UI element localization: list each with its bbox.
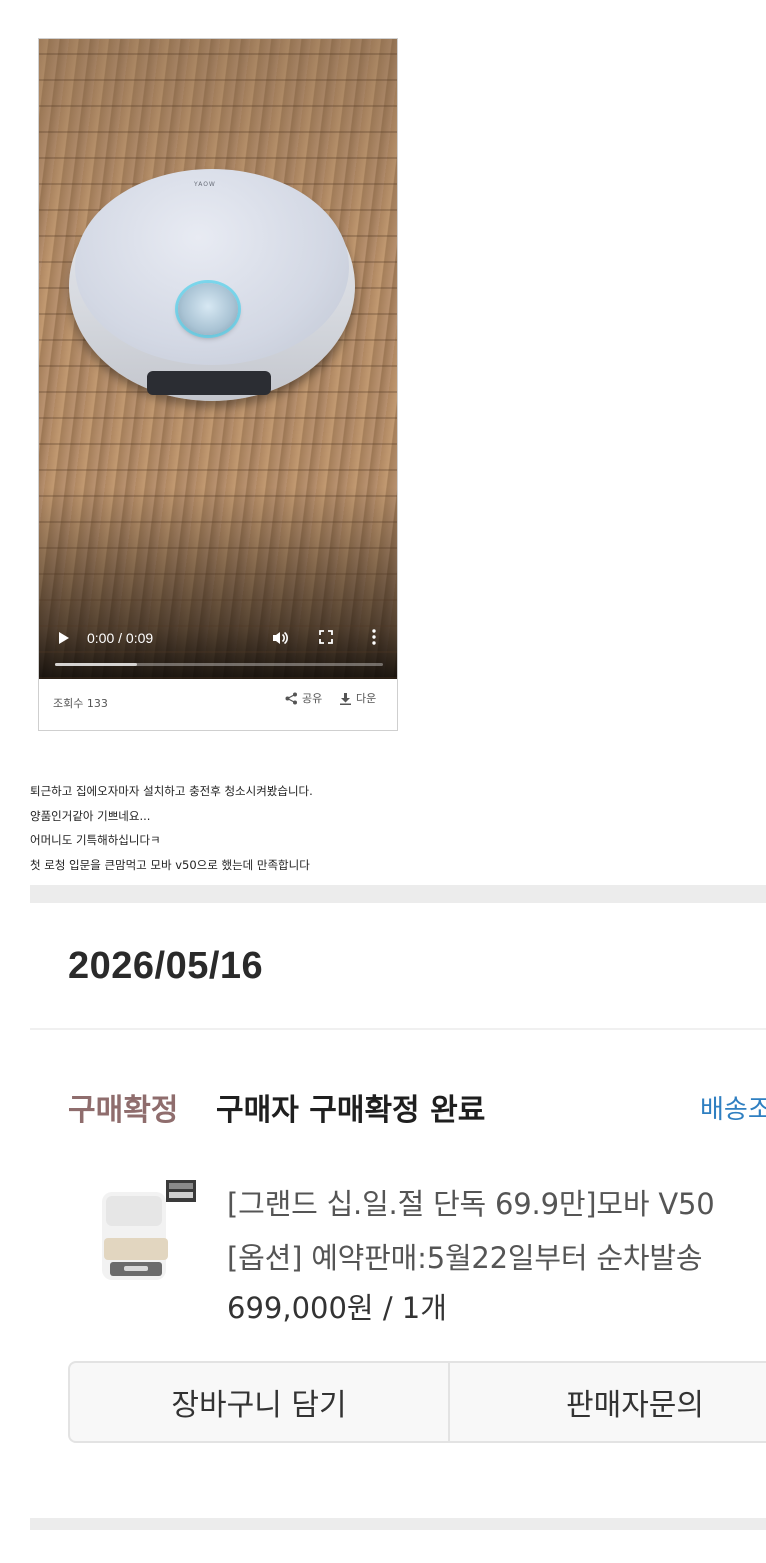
robot-brand-logo: YAOW: [194, 181, 216, 188]
order-action-buttons: 장바구니 담기 판매자문의: [68, 1361, 766, 1443]
video-controls: 0:00 / 0:09: [39, 623, 397, 679]
post-line: 첫 로청 입문을 큰맘먹고 모바 v50으로 했는데 만족합니다: [30, 857, 310, 872]
status-text: 구매자 구매확정 완료: [216, 1093, 486, 1128]
product-option: [옵션] 예약판매:5월22일부터 순차발송: [227, 1241, 703, 1275]
section-divider-top: [30, 885, 766, 903]
more-options-icon[interactable]: [370, 628, 378, 646]
play-icon[interactable]: [59, 632, 69, 644]
download-icon: [340, 692, 351, 705]
order-date: 2026/05/16: [68, 945, 264, 987]
divider: [30, 1028, 766, 1030]
video-buffer-fill: [55, 663, 137, 666]
share-icon: [285, 692, 297, 704]
product-title[interactable]: [그랜드 십.일.절 단독 69.9만]모바 V50: [227, 1181, 715, 1223]
status-tag: 구매확정: [68, 1093, 179, 1128]
volume-icon[interactable]: [271, 629, 289, 647]
video-card-footer: 조회수 133 공유 다운: [39, 679, 397, 731]
robot-vacuum-top: [75, 169, 349, 365]
time-display: 0:00 / 0:09: [87, 630, 154, 646]
seller-inquiry-button[interactable]: 판매자문의: [450, 1363, 766, 1441]
download-label: 다운: [356, 692, 377, 705]
share-label: 공유: [302, 692, 323, 705]
download-button[interactable]: 다운: [339, 690, 376, 706]
order-screenshot: 2026/05/16 구매확정 구매자 구매확정 완료 배송조 [그랜드 십.일…: [30, 885, 766, 1530]
section-divider-bottom: [30, 1518, 766, 1530]
post-body: 퇴근하고 집에오자마자 설치하고 충전후 청소시켜봤습니다. 양품인거같아 기쁘…: [30, 779, 313, 877]
video-card: YAOW 0:00 / 0:09 조회수 133 공유 다운: [38, 38, 398, 731]
post-line: 양품인거같아 기쁘네요...: [30, 808, 151, 823]
product-image[interactable]: [96, 1180, 196, 1286]
video-progress-bar[interactable]: [55, 663, 383, 666]
robot-front-window: [147, 371, 271, 395]
robot-lidar-turret: [178, 283, 238, 335]
post-line: 퇴근하고 집에오자마자 설치하고 충전후 청소시켜봤습니다.: [30, 784, 313, 798]
video-player[interactable]: YAOW 0:00 / 0:09: [39, 39, 397, 679]
post-line: 어머니도 기특해하십니다ㅋ: [30, 833, 161, 847]
share-button[interactable]: 공유: [285, 690, 322, 706]
fullscreen-icon[interactable]: [319, 630, 333, 644]
view-count: 조회수 133: [53, 697, 108, 710]
product-price: 699,000원 / 1개: [227, 1291, 447, 1325]
add-to-cart-button[interactable]: 장바구니 담기: [70, 1363, 450, 1441]
delivery-tracking-link[interactable]: 배송조: [700, 1089, 766, 1126]
